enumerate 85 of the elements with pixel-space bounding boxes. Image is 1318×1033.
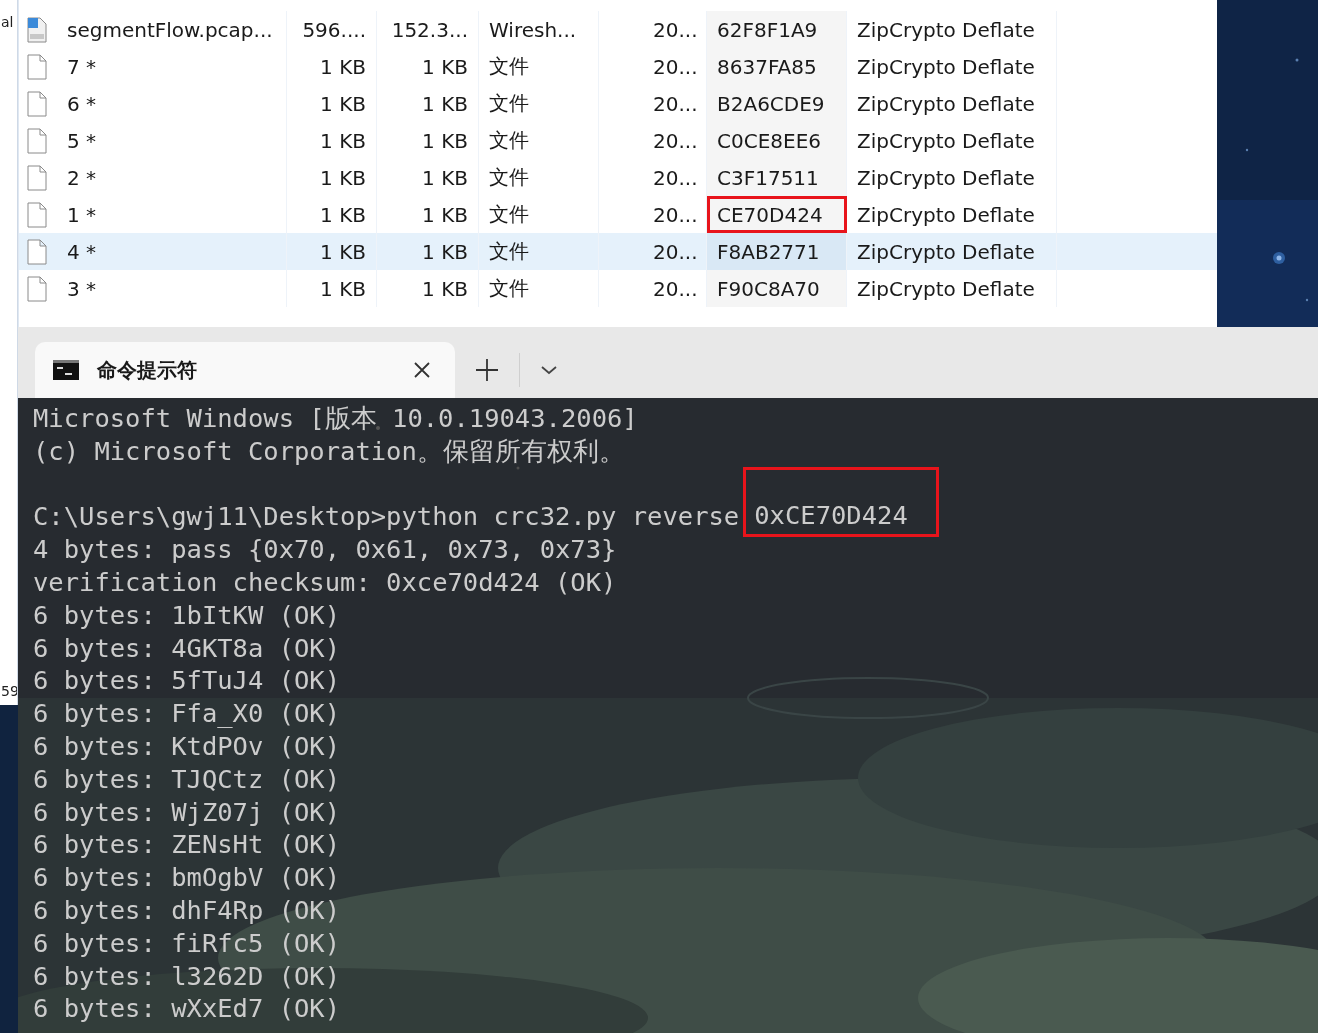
console-line: 6 bytes: KtdPOv (OK) [33, 729, 341, 763]
type-cell: 文件 [479, 270, 599, 307]
type-cell: 文件 [479, 159, 599, 196]
type-cell: 文件 [479, 233, 599, 270]
console-line: verification checksum: 0xce70d424 (OK) [33, 566, 617, 599]
size-cell: 1 KB [287, 270, 377, 307]
method-cell: ZipCrypto Deflate [847, 85, 1057, 122]
console-line: 6 bytes: bmOgbV (OK) [33, 861, 341, 894]
file-name: 2 * [57, 159, 287, 196]
console-line: 6 bytes: 1bItKW (OK) [33, 598, 341, 632]
file-icon [27, 53, 47, 80]
packed-size-cell: 1 KB [377, 85, 479, 122]
size-cell: 1 KB [287, 159, 377, 196]
chevron-down-icon [540, 363, 558, 376]
terminal-tab[interactable]: 命令提示符 [35, 342, 455, 398]
file-name: 7 * [57, 48, 287, 85]
console-line: 6 bytes: Ffa_X0 (OK) [33, 697, 341, 730]
packed-size-cell: 152.3... [377, 11, 479, 48]
command-line: C:\Users\gwj11\Desktop>python crc32.py reverse [33, 500, 740, 534]
close-icon [413, 361, 431, 379]
file-name: segmentFlow.pcap... [57, 11, 287, 48]
file-icon [27, 238, 47, 265]
size-cell: 596.... [287, 11, 377, 48]
capture-file-icon [27, 16, 47, 43]
type-cell: 文件 [479, 122, 599, 159]
file-icon [27, 201, 47, 228]
method-cell: ZipCrypto Deflate [847, 122, 1057, 159]
file-row[interactable]: 7 * 1 KB 1 KB 文件 20... 8637FA85 ZipCrypto Deflate [19, 48, 1217, 85]
crc-cell: F8AB2771 [707, 233, 847, 270]
packed-size-cell: 1 KB [377, 122, 479, 159]
file-icon [27, 275, 47, 302]
size-cell: 1 KB [287, 85, 377, 122]
console-line: 6 bytes: fiRfc5 (OK) [33, 926, 341, 960]
console-line: (c) Microsoft Corporation。保留所有权利。 [33, 434, 625, 468]
console-icon [53, 360, 79, 380]
crc-cell: F90C8A70 [707, 270, 847, 307]
file-name: 6 * [57, 85, 287, 122]
file-row[interactable]: 6 * 1 KB 1 KB 文件 20... B2A6CDE9 ZipCrypto Deflate [19, 85, 1217, 122]
file-row[interactable]: 4 * 1 KB 1 KB 文件 20... F8AB2771 ZipCrypto Deflate [19, 233, 1217, 270]
crc-cell: C0CE8EE6 [707, 122, 847, 159]
file-icon [27, 127, 47, 154]
crc-cell: C3F17511 [707, 159, 847, 196]
file-row[interactable]: 5 * 1 KB 1 KB 文件 20... C0CE8EE6 ZipCrypto Deflate [19, 122, 1217, 159]
crc-cell: CE70D424 [707, 196, 847, 233]
packed-size-cell: 1 KB [377, 159, 479, 196]
method-cell: ZipCrypto Deflate [847, 270, 1057, 307]
method-cell: ZipCrypto Deflate [847, 159, 1057, 196]
edge-text: 59 [1, 683, 17, 699]
edge-text: al [1, 14, 15, 30]
packed-size-cell: 1 KB [377, 233, 479, 270]
console-line: 4 bytes: pass {0x70, 0x61, 0x73, 0x73} [33, 533, 617, 566]
plus-icon [475, 357, 499, 382]
size-cell: 1 KB [287, 122, 377, 159]
console-line: 6 bytes: 4GKT8a (OK) [33, 631, 341, 665]
console-line: 6 bytes: dhF4Rp (OK) [33, 893, 341, 927]
console-line: 6 bytes: WjZ07j (OK) [33, 795, 341, 829]
method-cell: ZipCrypto Deflate [847, 233, 1057, 270]
console-line: 6 bytes: wXxEd7 (OK) [33, 992, 341, 1026]
tab-title: 命令提示符 [97, 356, 198, 384]
packed-size-cell: 1 KB [377, 48, 479, 85]
size-cell: 1 KB [287, 233, 377, 270]
file-name: 3 * [57, 270, 287, 307]
crc-cell: 62F8F1A9 [707, 11, 847, 48]
method-cell: ZipCrypto Deflate [847, 11, 1057, 48]
file-row[interactable]: 3 * 1 KB 1 KB 文件 20... F90C8A70 ZipCrypto Deflate [19, 270, 1217, 307]
console-line: 6 bytes: 5fTuJ4 (OK) [33, 664, 341, 698]
crc-cell: B2A6CDE9 [707, 85, 847, 122]
file-row[interactable]: 2 * 1 KB 1 KB 文件 20... C3F17511 ZipCrypto Deflate [19, 159, 1217, 196]
highlighted-argument: 0xCE70D424 [754, 498, 908, 532]
type-cell: 文件 [479, 85, 599, 122]
packed-size-cell: 1 KB [377, 270, 479, 307]
console-line: 6 bytes: l3262D (OK) [33, 959, 341, 993]
file-name: 4 * [57, 233, 287, 270]
type-cell: Wiresh... [479, 11, 599, 48]
file-name: 5 * [57, 122, 287, 159]
file-icon [27, 90, 47, 117]
crc-cell: 8637FA85 [707, 48, 847, 85]
method-cell: ZipCrypto Deflate [847, 48, 1057, 85]
file-row[interactable]: segmentFlow.pcap... 596.... 152.3... Wiresh... 20... 62F8F1A9 ZipCrypto Deflate [19, 11, 1217, 48]
size-cell: 1 KB [287, 48, 377, 85]
console-line: 6 bytes: ZENsHt (OK) [33, 828, 341, 862]
console-line: 6 bytes: TJQCtz (OK) [33, 762, 341, 796]
file-icon [27, 164, 47, 191]
console-line: Microsoft Windows [版本 10.0.19043.2006] [33, 402, 638, 435]
type-cell: 文件 [479, 48, 599, 85]
